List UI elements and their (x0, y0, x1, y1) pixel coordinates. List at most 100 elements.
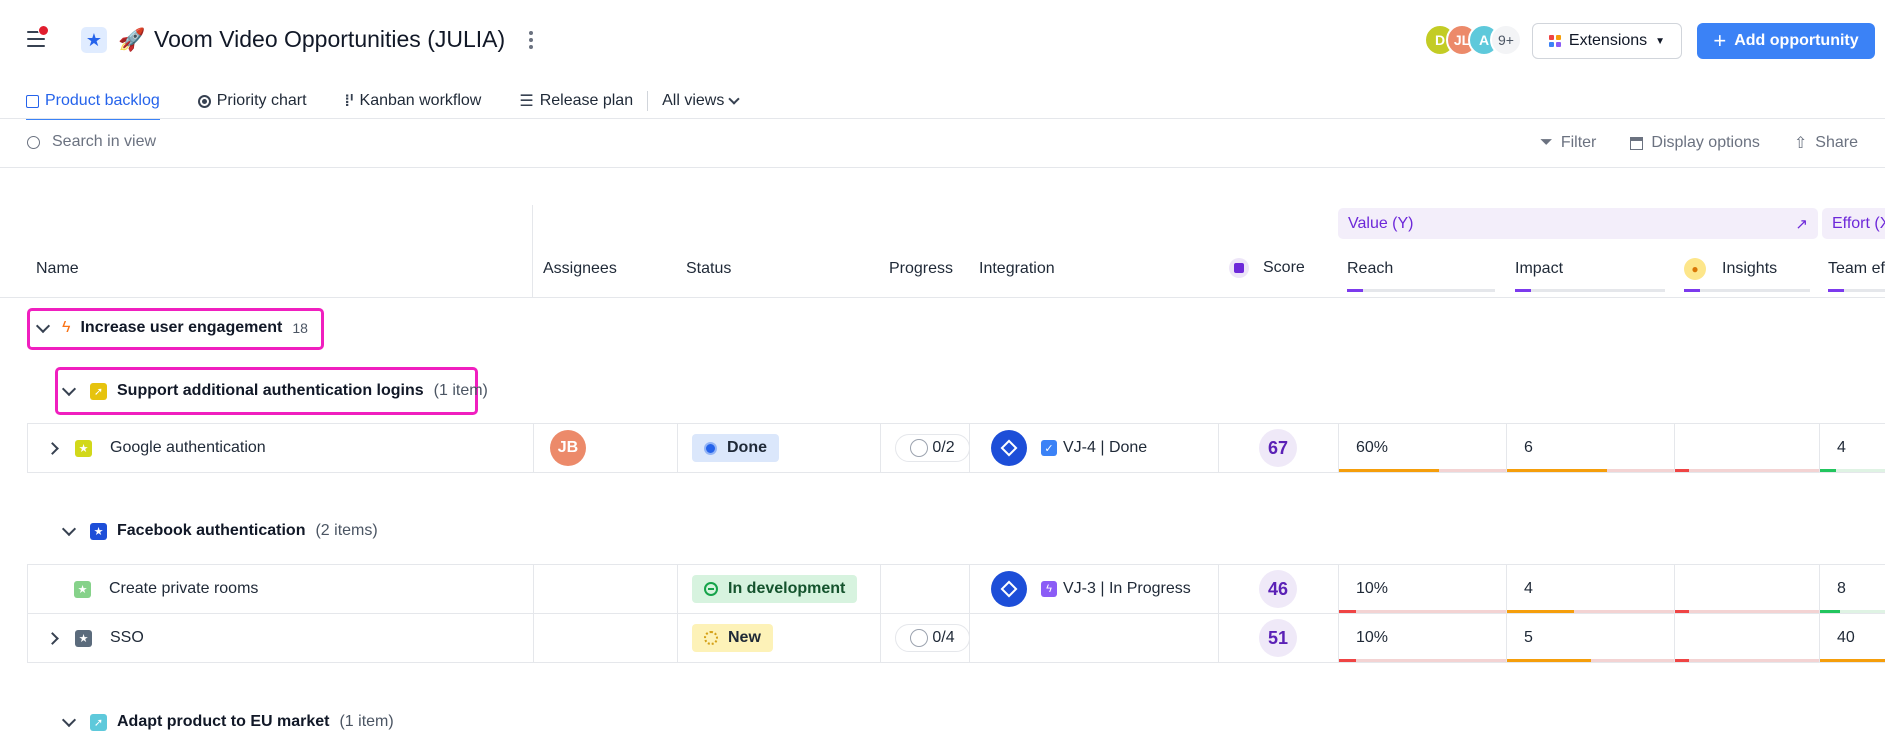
caret-down-icon: ▼ (1655, 35, 1666, 47)
avatar-more[interactable]: 9+ (1490, 24, 1522, 56)
group-count: (1 item) (339, 713, 394, 730)
integration-value[interactable]: VJ-3 | In Progress (1063, 580, 1191, 598)
chevron-down-icon[interactable] (61, 521, 77, 536)
group-support-additional-authentication-logins[interactable]: ➚ Support additional authentication logi… (61, 381, 488, 400)
extensions-button[interactable]: Extensions ▼ (1532, 23, 1682, 59)
progress-pill[interactable]: 0/2 (895, 434, 970, 462)
tab-label: Product backlog (45, 92, 160, 109)
search-input[interactable]: Search in view (52, 133, 156, 151)
effort-group-label: Effort (X (1832, 214, 1885, 232)
group-adapt-product-to-eu-market[interactable]: ➚ Adapt product to EU market (1 item) (61, 712, 394, 731)
table-row[interactable]: ★ Google authentication JB Done 0/2 ✓ VJ… (27, 423, 1885, 473)
column-insights[interactable]: ● Insights (1684, 258, 1777, 280)
chevron-right-icon[interactable] (46, 631, 59, 645)
layout-icon (1630, 136, 1644, 150)
group-increase-user-engagement[interactable]: ϟ Increase user engagement 18 (35, 318, 308, 337)
column-underline (1515, 289, 1665, 292)
assignee-cell[interactable]: JB (550, 424, 586, 472)
team-effort-value: 4 (1837, 439, 1846, 456)
star-icon: ★ (75, 439, 92, 457)
reach-cell[interactable]: 10% (1356, 614, 1388, 662)
value-group-header[interactable]: Value (Y) ↗ (1338, 208, 1818, 239)
target-icon (197, 94, 211, 108)
impact-cell[interactable]: 5 (1524, 614, 1533, 662)
more-options-icon[interactable] (529, 31, 535, 52)
team-effort-cell[interactable]: 40 (1837, 614, 1855, 662)
status-cell[interactable]: New (692, 614, 773, 662)
impact-value: 6 (1524, 439, 1533, 456)
rocket-icon: ➚ (90, 713, 107, 731)
progress-cell[interactable]: 0/2 (895, 424, 970, 472)
chevron-down-icon[interactable] (35, 318, 51, 333)
progress-ring-icon (910, 439, 929, 457)
integration-cell[interactable]: ✓ VJ-4 | Done (991, 424, 1147, 472)
share-icon: ⇧ (1793, 135, 1808, 152)
row-name[interactable]: Create private rooms (109, 580, 258, 598)
status-cell[interactable]: Done (692, 424, 779, 472)
display-options-button[interactable]: Display options (1630, 134, 1760, 152)
filter-button[interactable]: ⏷ Filter (1540, 134, 1596, 152)
share-label: Share (1815, 134, 1858, 151)
column-team-effort[interactable]: Team ef (1828, 260, 1885, 278)
avatar[interactable]: JB (550, 430, 586, 466)
group-facebook-authentication[interactable]: ★ Facebook authentication (2 items) (61, 521, 378, 540)
insights-label: Insights (1722, 260, 1778, 277)
column-impact[interactable]: Impact (1515, 260, 1563, 278)
search-bar[interactable]: Search in view (27, 133, 156, 151)
row-name[interactable]: Google authentication (110, 439, 266, 457)
chevron-down-icon (728, 92, 741, 105)
star-icon: ★ (74, 580, 91, 598)
filter-label: Filter (1560, 134, 1597, 151)
notification-dot (38, 25, 49, 36)
column-reach[interactable]: Reach (1347, 260, 1393, 278)
tab-priority-chart[interactable]: Priority chart (197, 84, 307, 118)
collaborator-avatars[interactable]: D JL A 9+ (1424, 24, 1522, 56)
chevron-down-icon[interactable] (61, 712, 77, 727)
group-label: Adapt product to EU market (117, 713, 330, 730)
tab-product-backlog[interactable]: Product backlog (26, 84, 160, 120)
column-assignees[interactable]: Assignees (543, 260, 617, 278)
reach-cell[interactable]: 10% (1356, 565, 1388, 613)
effort-group-header[interactable]: Effort (X (1822, 208, 1885, 239)
column-integration[interactable]: Integration (979, 260, 1055, 278)
impact-cell[interactable]: 4 (1524, 565, 1533, 613)
impact-bar (1507, 469, 1674, 472)
column-score[interactable]: Score (1229, 258, 1305, 278)
impact-cell[interactable]: 6 (1524, 424, 1533, 472)
status-badge[interactable]: New (692, 624, 773, 652)
column-name[interactable]: Name (36, 260, 79, 278)
status-badge[interactable]: In development (692, 575, 858, 603)
status-dot-icon (704, 441, 717, 455)
column-status[interactable]: Status (686, 260, 731, 278)
chevron-right-icon[interactable] (46, 441, 59, 455)
team-effort-cell[interactable]: 4 (1837, 424, 1846, 472)
table-row[interactable]: ★ Create private rooms In development ϟ … (27, 564, 1885, 614)
status-cell[interactable]: In development (692, 565, 858, 613)
in-progress-icon (704, 582, 718, 596)
table-row[interactable]: ★ SSO New 0/4 51 10% 5 40 (27, 613, 1885, 663)
reach-cell[interactable]: 60% (1356, 424, 1388, 472)
row-name-cell: ★ Google authentication (46, 424, 266, 472)
checkbox-icon: ✓ (1041, 440, 1057, 456)
chevron-down-icon[interactable] (61, 381, 77, 396)
row-name[interactable]: SSO (110, 629, 144, 647)
score-label: Score (1263, 259, 1305, 276)
team-effort-value: 8 (1837, 580, 1846, 597)
trending-up-icon: ↗ (1795, 215, 1808, 233)
tab-kanban-workflow[interactable]: ⁞ᑊ Kanban workflow (345, 84, 482, 118)
progress-cell[interactable]: 0/4 (895, 614, 970, 662)
add-opportunity-button[interactable]: + Add opportunity (1697, 23, 1875, 59)
tab-release-plan[interactable]: ☰ Release plan (519, 84, 633, 118)
favorite-star-icon[interactable]: ★ (81, 27, 107, 53)
share-button[interactable]: ⇧ Share (1794, 133, 1858, 153)
column-progress[interactable]: Progress (889, 260, 953, 278)
tab-label: Kanban workflow (359, 92, 482, 109)
integration-value[interactable]: VJ-4 | Done (1063, 439, 1147, 457)
tab-all-views[interactable]: All views (662, 84, 741, 118)
status-badge[interactable]: Done (692, 434, 779, 462)
integration-cell[interactable]: ϟ VJ-3 | In Progress (991, 565, 1191, 613)
team-effort-cell[interactable]: 8 (1837, 565, 1846, 613)
group-count: 18 (292, 320, 308, 336)
page-title: Voom Video Opportunities (JULIA) (154, 26, 506, 52)
progress-pill[interactable]: 0/4 (895, 624, 970, 652)
